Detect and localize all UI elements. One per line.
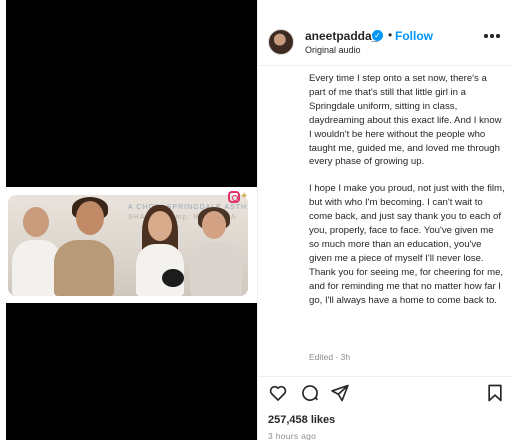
post-caption: Every time I step onto a set now, there'… — [309, 72, 505, 308]
microphone — [162, 269, 184, 287]
instagram-icon — [228, 191, 240, 203]
bookmark-icon[interactable] — [485, 383, 505, 403]
more-options-icon[interactable] — [484, 34, 500, 40]
post-media[interactable]: A CHORI SPRINGDALE ASTH SHANAY &amp; RE … — [0, 0, 257, 440]
comment-icon[interactable] — [300, 383, 320, 403]
action-bar: 257,458 likes 3 hours ago — [258, 376, 512, 440]
more-dot — [496, 34, 500, 38]
group-photo: A CHORI SPRINGDALE ASTH SHANAY &amp; RE … — [8, 195, 248, 296]
heart-icon[interactable] — [268, 383, 288, 403]
person-4-head — [202, 211, 226, 239]
person-1-head — [23, 207, 49, 237]
post-header: aneetpadda_ ✓ • Follow Original audio — [258, 0, 512, 66]
more-dot — [490, 34, 494, 38]
follow-button[interactable]: Follow — [395, 29, 433, 43]
photo-card: A CHORI SPRINGDALE ASTH SHANAY &amp; RE … — [0, 187, 257, 303]
more-dot — [484, 34, 488, 38]
person-2-head — [76, 201, 104, 235]
avatar[interactable] — [268, 29, 294, 55]
post-sidebar: aneetpadda_ ✓ • Follow Original audio Ev… — [257, 0, 512, 440]
audio-link[interactable]: Original audio — [305, 45, 361, 55]
username[interactable]: aneetpadda_ — [305, 29, 378, 43]
likes-count[interactable]: 257,458 likes — [268, 414, 335, 426]
sparkle-icon: ✦ — [240, 191, 249, 202]
caption-paragraph-1: Every time I step onto a set now, there'… — [309, 73, 502, 168]
person-2 — [54, 240, 114, 296]
caption-paragraph-2: I hope I make you proud, not just with t… — [309, 183, 505, 306]
separator: • — [388, 28, 393, 42]
edited-label: Edited · 3h — [309, 352, 351, 362]
verified-icon: ✓ — [372, 30, 383, 41]
post-timestamp[interactable]: 3 hours ago — [268, 431, 316, 440]
share-icon[interactable] — [330, 383, 350, 403]
person-4 — [190, 242, 242, 296]
person-3-head — [148, 211, 172, 241]
